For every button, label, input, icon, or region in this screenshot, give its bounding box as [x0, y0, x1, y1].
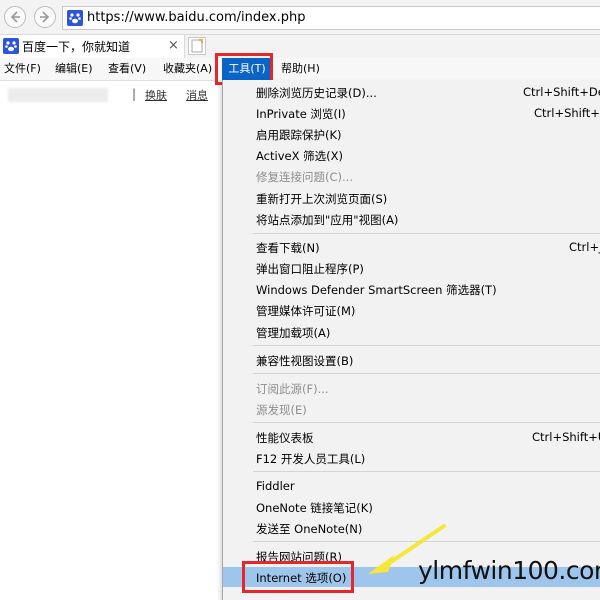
menu-item-label: 源发现(E): [256, 403, 307, 417]
tab-baidu[interactable]: 百度一下，你就知道 ×: [0, 35, 185, 58]
forward-button[interactable]: [34, 6, 56, 28]
menu-help[interactable]: 帮助(H): [281, 58, 320, 80]
menu-item-activex-filter[interactable]: ActiveX 筛选(X): [223, 145, 600, 165]
menu-item-label: F12 开发人员工具(L): [256, 452, 366, 466]
menu-item-shortcut: Ctrl+Shift+P: [534, 106, 600, 120]
menu-item-label: Windows Defender SmartScreen 筛选器(T): [256, 283, 497, 297]
menu-item-delete-history[interactable]: 删除浏览历史记录(D)... Ctrl+Shift+Del: [223, 82, 600, 102]
menu-item-label: Fiddler: [256, 479, 295, 493]
link-skin[interactable]: 换肤: [145, 87, 167, 103]
menu-item-label: 报告网站问题(R): [256, 550, 342, 564]
menu-item-performance-dashboard[interactable]: 性能仪表板 Ctrl+Shift+U: [223, 427, 600, 447]
menu-item-label: 修复连接问题(C)...: [256, 170, 353, 184]
menu-item-shortcut: Ctrl+Shift+Del: [523, 85, 600, 99]
menu-edit[interactable]: 编辑(E): [55, 58, 93, 80]
menu-item-compatibility-view[interactable]: 兼容性视图设置(B): [223, 350, 600, 370]
menu-item-popup-blocker[interactable]: 弹出窗口阻止程序(P): [223, 258, 600, 278]
menu-separator: [253, 373, 600, 374]
menu-item-onenote-linked[interactable]: OneNote 链接笔记(K): [223, 497, 600, 517]
menu-separator: [253, 422, 600, 423]
menu-item-label: 性能仪表板: [256, 431, 314, 445]
address-input[interactable]: https://www.baidu.com/index.php: [62, 6, 600, 30]
menu-file[interactable]: 文件(F): [4, 58, 41, 80]
menu-item-view-downloads[interactable]: 查看下载(N) Ctrl+J: [223, 237, 600, 257]
menu-item-media-licenses[interactable]: 管理媒体许可证(M): [223, 300, 600, 320]
menu-item-label: 发送至 OneNote(N): [256, 522, 363, 536]
menu-item-label: 管理加载项(A): [256, 326, 331, 340]
new-tab-button[interactable]: [188, 37, 206, 55]
back-arrow-icon: [10, 11, 20, 23]
address-url: https://www.baidu.com/index.php: [87, 10, 306, 25]
menu-item-label: 订阅此源(F)...: [256, 382, 329, 396]
menu-item-smartscreen[interactable]: Windows Defender SmartScreen 筛选器(T): [223, 279, 600, 299]
menu-item-label: ActiveX 筛选(X): [256, 149, 343, 163]
menu-item-label: 管理媒体许可证(M): [256, 304, 356, 318]
tab-title: 百度一下，你就知道: [22, 40, 131, 54]
menu-separator: [253, 233, 600, 234]
menu-item-label: 兼容性视图设置(B): [256, 354, 354, 368]
menu-item-shortcut: Ctrl+Shift+U: [532, 430, 600, 444]
menu-favorites[interactable]: 收藏夹(A): [163, 58, 212, 80]
back-button[interactable]: [4, 6, 26, 28]
menu-tools[interactable]: 工具(T): [222, 58, 272, 80]
menu-item-label: InPrivate 浏览(I): [256, 107, 346, 121]
menu-item-label: OneNote 链接笔记(K): [256, 501, 373, 515]
menu-item-label: 查看下载(N): [256, 241, 320, 255]
tab-strip: 百度一下，你就知道 ×: [0, 35, 600, 58]
tab-close-button[interactable]: ×: [168, 38, 179, 53]
menu-item-reopen-session[interactable]: 重新打开上次浏览页面(S): [223, 188, 600, 208]
menu-item-manage-addons[interactable]: 管理加载项(A): [223, 322, 600, 342]
menu-item-label: Internet 选项(O): [256, 571, 347, 585]
new-tab-icon: [191, 39, 203, 53]
menu-view[interactable]: 查看(V): [108, 58, 146, 80]
blurred-page-content: [8, 88, 108, 102]
menu-item-f12-devtools[interactable]: F12 开发人员工具(L): [223, 448, 600, 468]
menu-item-label: 删除浏览历史记录(D)...: [256, 86, 377, 100]
watermark-text: ylmfwin100.com: [418, 556, 600, 585]
menu-item-add-to-apps[interactable]: 将站点添加到"应用"视图(A): [223, 209, 600, 229]
menu-item-label: 将站点添加到"应用"视图(A): [256, 213, 399, 227]
menu-item-label: 弹出窗口阻止程序(P): [256, 262, 364, 276]
menu-item-label: 重新打开上次浏览页面(S): [256, 192, 388, 206]
menu-item-fix-connection: 修复连接问题(C)...: [223, 166, 600, 186]
menu-item-subscribe-feed: 订阅此源(F)...: [223, 378, 600, 398]
menu-separator: [253, 471, 600, 472]
menu-bar: 文件(F) 编辑(E) 查看(V) 收藏夹(A) 工具(T) 帮助(H): [0, 58, 600, 81]
page-separator: |: [132, 87, 137, 101]
menu-separator: [253, 345, 600, 346]
menu-item-inprivate[interactable]: InPrivate 浏览(I) Ctrl+Shift+P: [223, 103, 600, 123]
menu-item-feed-discovery: 源发现(E): [223, 399, 600, 419]
forward-arrow-icon: [40, 11, 50, 23]
baidu-paw-icon: [3, 38, 19, 54]
link-messages[interactable]: 消息: [186, 87, 208, 103]
address-bar-row: https://www.baidu.com/index.php: [0, 0, 600, 35]
baidu-paw-icon: [67, 10, 83, 26]
menu-item-label: 启用跟踪保护(K): [256, 128, 342, 142]
menu-item-tracking-protection[interactable]: 启用跟踪保护(K): [223, 124, 600, 144]
menu-item-shortcut: Ctrl+J: [569, 240, 600, 254]
menu-item-fiddler[interactable]: Fiddler: [223, 476, 600, 496]
